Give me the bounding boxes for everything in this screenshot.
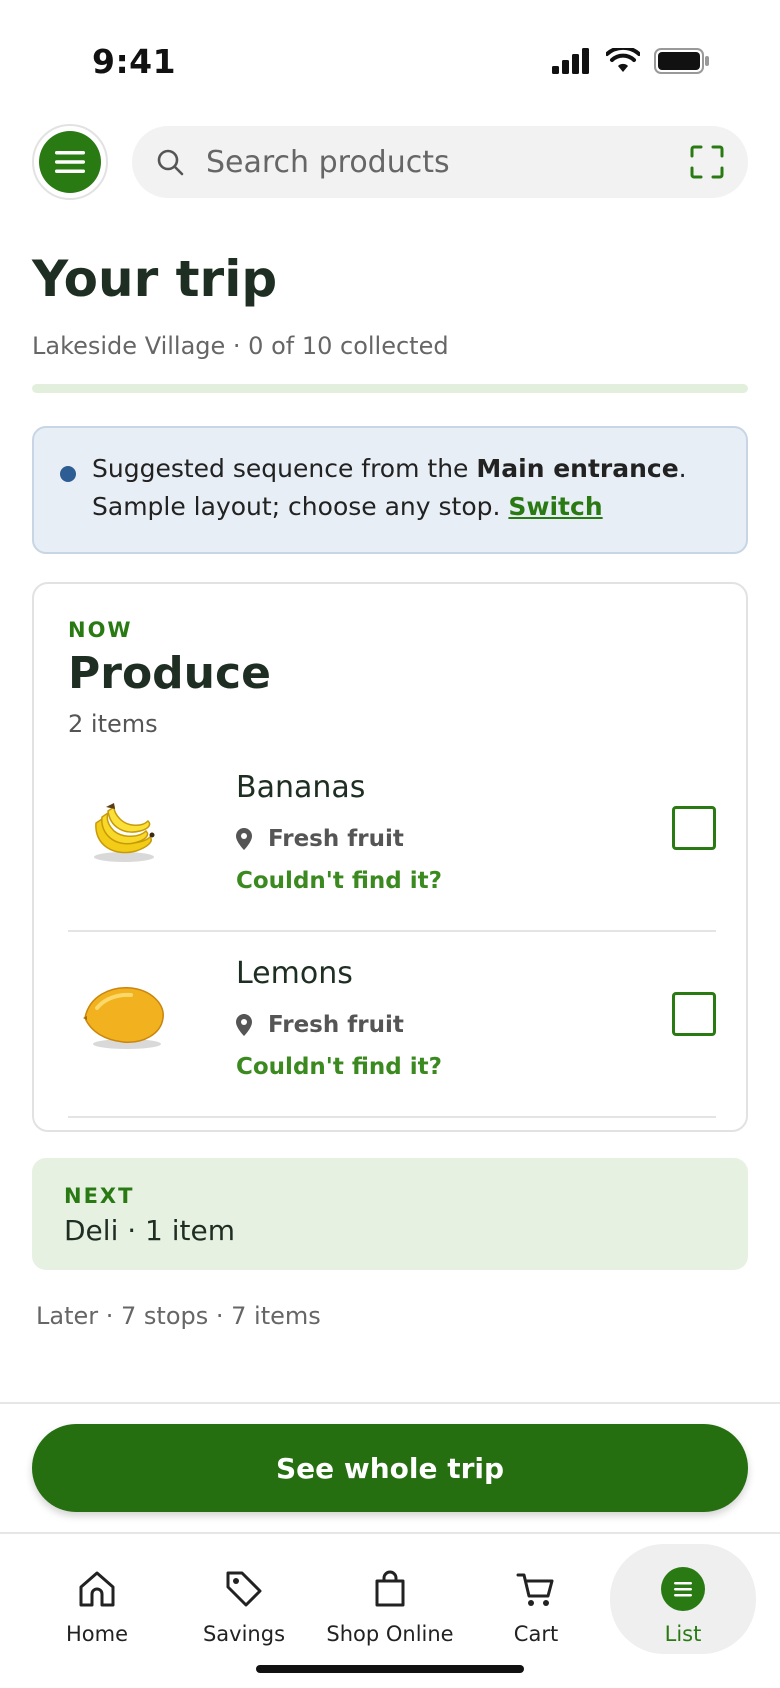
- hamburger-icon: [55, 151, 85, 173]
- shopping-bag-icon: [370, 1566, 410, 1612]
- tab-label: Home: [65, 1622, 128, 1646]
- tab-shop-online[interactable]: Shop Online: [320, 1544, 460, 1654]
- tab-savings[interactable]: Savings: [174, 1544, 314, 1654]
- list-item: Bananas Fresh fruit Couldn't find it?: [68, 748, 716, 932]
- next-stop-card[interactable]: NEXT Deli · 1 item: [32, 1158, 748, 1270]
- cant-find-link[interactable]: Couldn't find it?: [236, 1054, 442, 1080]
- now-label: NOW: [68, 618, 133, 642]
- item-location-label: Fresh fruit: [268, 826, 404, 852]
- info-dot-icon: [60, 466, 76, 482]
- cant-find-link[interactable]: Couldn't find it?: [236, 868, 442, 894]
- status-time: 9:41: [92, 42, 177, 81]
- search-bar[interactable]: Search products: [132, 126, 748, 198]
- scan-icon[interactable]: [690, 145, 724, 179]
- menu-button-circle: [39, 131, 101, 193]
- item-name: Bananas: [236, 770, 366, 805]
- home-icon: [77, 1566, 117, 1612]
- notice-entrance: Main entrance: [476, 454, 679, 483]
- status-bar: 9:41: [0, 0, 780, 120]
- tab-label: Shop Online: [326, 1622, 454, 1646]
- item-location-label: Fresh fruit: [268, 1012, 404, 1038]
- page-title: Your trip: [32, 250, 278, 308]
- see-whole-trip-button[interactable]: See whole trip: [32, 1424, 748, 1512]
- location-pin-icon: [236, 1014, 252, 1036]
- item-checkbox[interactable]: [672, 992, 716, 1036]
- trip-progress-bar: [32, 384, 748, 393]
- cart-icon: [516, 1566, 556, 1612]
- status-icons: [552, 48, 710, 74]
- search-input[interactable]: Search products: [206, 145, 690, 180]
- list-icon: [661, 1566, 705, 1612]
- item-checkbox[interactable]: [672, 806, 716, 850]
- current-stop-card: NOW Produce 2 items Bananas Fresh fruit …: [32, 582, 748, 1132]
- divider: [0, 1402, 780, 1404]
- tab-label: List: [664, 1622, 702, 1646]
- tag-icon: [224, 1566, 264, 1612]
- list-item: Lemons Fresh fruit Couldn't find it?: [68, 934, 716, 1118]
- item-location: Fresh fruit: [236, 826, 404, 852]
- signal-icon: [552, 48, 589, 74]
- stop-title: Produce: [68, 648, 271, 699]
- menu-button[interactable]: [32, 124, 108, 200]
- item-location: Fresh fruit: [236, 1012, 404, 1038]
- trip-subtitle: Lakeside Village · 0 of 10 collected: [32, 332, 449, 360]
- banana-image: [76, 782, 172, 878]
- wifi-icon: [606, 48, 640, 72]
- tab-label: Savings: [202, 1622, 286, 1646]
- top-bar: Search products: [32, 124, 748, 200]
- item-name: Lemons: [236, 956, 353, 991]
- location-pin-icon: [236, 828, 252, 850]
- search-icon: [157, 149, 184, 176]
- home-indicator: [256, 1665, 524, 1673]
- next-stop-title: Deli · 1 item: [64, 1214, 236, 1247]
- lemon-image: [76, 968, 172, 1064]
- later-summary: Later · 7 stops · 7 items: [36, 1302, 321, 1330]
- tab-home[interactable]: Home: [27, 1544, 167, 1654]
- next-label: NEXT: [64, 1184, 135, 1208]
- battery-icon: [654, 48, 709, 74]
- tab-label: Cart: [513, 1622, 559, 1646]
- notice-text: Suggested sequence from the: [92, 454, 477, 483]
- stop-item-count: 2 items: [68, 710, 158, 738]
- route-notice: Suggested sequence from the Main entranc…: [32, 426, 748, 554]
- switch-link[interactable]: Switch: [508, 492, 602, 521]
- tab-list[interactable]: List: [610, 1544, 756, 1654]
- tab-cart[interactable]: Cart: [466, 1544, 606, 1654]
